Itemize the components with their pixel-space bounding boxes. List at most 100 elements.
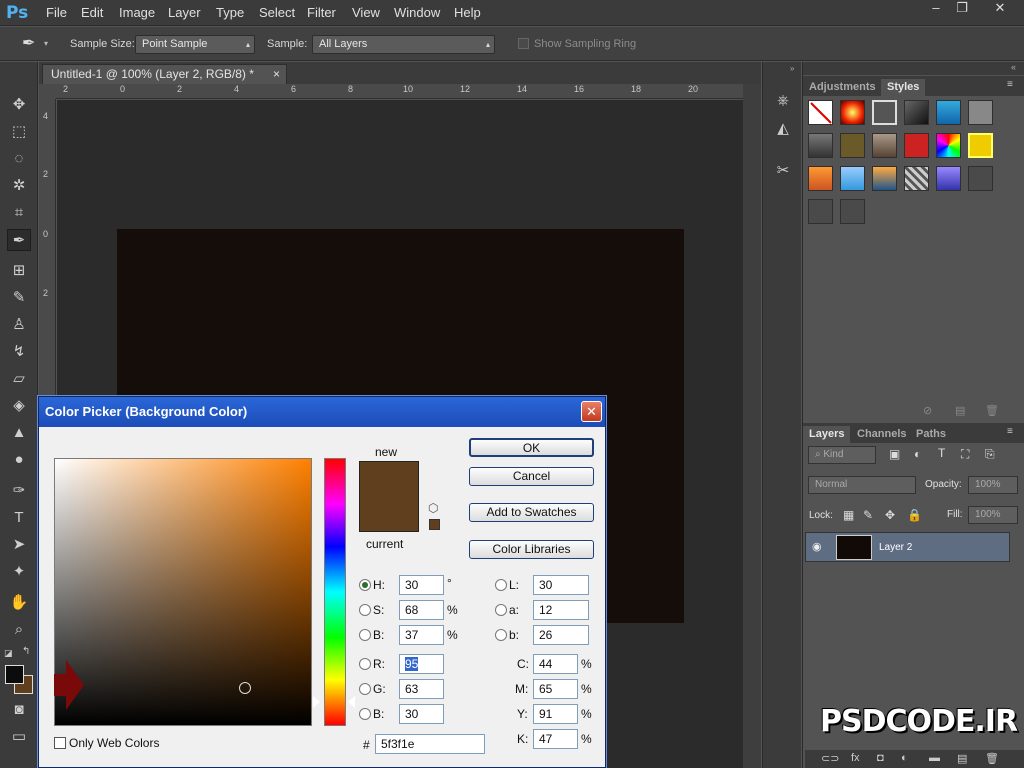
tab-adjustments[interactable]: Adjustments (803, 79, 882, 96)
menu-select[interactable]: Select (259, 5, 295, 20)
lab-l-field[interactable]: 30 (533, 575, 589, 595)
saturation-brightness-field[interactable] (54, 458, 312, 726)
tab-paths[interactable]: Paths (910, 426, 952, 443)
black-field[interactable]: 47 (533, 729, 578, 749)
menu-edit[interactable]: Edit (81, 5, 103, 20)
marquee-tool-icon[interactable]: ⬚ (7, 121, 31, 143)
pen-tool-icon[interactable]: ✑ (7, 480, 31, 502)
opacity-field[interactable]: 100% (968, 476, 1018, 494)
out-of-gamut-cube-icon[interactable]: ⬡ (428, 501, 438, 515)
swap-colors-icon[interactable]: ↰ (22, 646, 30, 657)
chevron-down-icon[interactable]: ▾ (44, 39, 48, 48)
red-radio[interactable] (359, 658, 371, 670)
vertical-scrollbar[interactable] (743, 84, 761, 768)
style-swatch[interactable] (968, 100, 993, 125)
style-swatch[interactable] (808, 133, 833, 158)
blend-mode-dropdown[interactable]: Normal (808, 476, 916, 494)
quick-mask-icon[interactable]: ◙ (7, 699, 31, 721)
tab-channels[interactable]: Channels (851, 426, 913, 443)
add-to-swatches-button[interactable]: Add to Swatches (469, 503, 594, 522)
layer-mask-icon[interactable]: ◘ (877, 752, 884, 764)
style-swatch[interactable] (968, 133, 993, 158)
hand-tool-icon[interactable]: ✋ (7, 592, 31, 614)
default-colors-icon[interactable]: ◪ (4, 648, 13, 659)
lab-b-field[interactable]: 26 (533, 625, 589, 645)
screen-mode-icon[interactable]: ▭ (7, 726, 31, 748)
panel-menu-icon[interactable]: ≡ (1007, 79, 1013, 90)
style-swatch[interactable] (840, 166, 865, 191)
hue-slider-left-arrow-icon[interactable] (313, 696, 320, 708)
healing-brush-tool-icon[interactable]: ⊞ (7, 260, 31, 282)
hue-slider-right-arrow-icon[interactable] (348, 696, 355, 708)
style-swatch[interactable] (840, 199, 865, 224)
style-swatch[interactable] (936, 100, 961, 125)
delete-style-icon[interactable]: 🗑 (985, 404, 999, 417)
type-tool-icon[interactable]: T (7, 507, 31, 529)
smart-object-filter-icon[interactable]: ⎘ (985, 447, 995, 462)
clear-style-icon[interactable]: ⊘ (923, 404, 932, 417)
magenta-field[interactable]: 65 (533, 679, 578, 699)
adjustment-layer-icon[interactable]: ◐ (901, 752, 908, 764)
move-tool-icon[interactable]: ✥ (7, 94, 31, 116)
restore-button[interactable]: ❐ (946, 0, 978, 18)
color-libraries-button[interactable]: Color Libraries (469, 540, 594, 559)
lock-transparency-icon[interactable]: ▦ (843, 508, 854, 522)
style-swatch[interactable] (872, 100, 897, 125)
histogram-panel-icon[interactable]: ◭ (771, 118, 795, 140)
image-filter-icon[interactable]: ▣ (889, 447, 900, 461)
brightness-field[interactable]: 37 (399, 625, 444, 645)
only-web-colors-checkbox[interactable] (54, 737, 66, 749)
red-field[interactable]: 95 (399, 654, 444, 674)
foreground-color-swatch[interactable] (5, 665, 24, 684)
paint-bucket-tool-icon[interactable]: ◈ (7, 395, 31, 417)
new-style-icon[interactable]: ▤ (955, 404, 965, 417)
layer-name[interactable]: Layer 2 (879, 542, 912, 553)
yellow-field[interactable]: 91 (533, 704, 578, 724)
lock-all-icon[interactable]: 🔒 (907, 508, 922, 522)
cyan-field[interactable]: 44 (533, 654, 578, 674)
sample-size-dropdown[interactable]: Point Sample ▴ (135, 35, 255, 54)
style-swatch-none[interactable] (808, 100, 833, 125)
new-group-icon[interactable]: ▬ (929, 752, 940, 764)
history-brush-tool-icon[interactable]: ↯ (7, 341, 31, 363)
style-swatch[interactable] (808, 166, 833, 191)
lab-a-radio[interactable] (495, 604, 507, 616)
style-swatch[interactable] (904, 100, 929, 125)
style-swatch[interactable] (936, 166, 961, 191)
close-icon[interactable]: ✕ (581, 401, 602, 422)
style-swatch[interactable] (904, 166, 929, 191)
collapse-dock-icon[interactable]: » (790, 64, 794, 73)
panel-menu-icon[interactable]: ≡ (1007, 426, 1013, 437)
lock-position-icon[interactable]: ✥ (885, 508, 895, 522)
lab-b-radio[interactable] (495, 629, 507, 641)
path-selection-tool-icon[interactable]: ➤ (7, 534, 31, 556)
crop-tool-icon[interactable]: ⌗ (7, 202, 31, 224)
eyedropper-tool-preset-icon[interactable]: ✒ (22, 33, 35, 53)
menu-filter[interactable]: Filter (307, 5, 336, 20)
menu-image[interactable]: Image (119, 5, 155, 20)
close-tab-icon[interactable]: × (273, 65, 280, 84)
cancel-button[interactable]: Cancel (469, 467, 594, 486)
show-sampling-ring-checkbox[interactable] (518, 38, 529, 49)
delete-layer-icon[interactable]: 🗑 (985, 752, 999, 765)
hue-field[interactable]: 30 (399, 575, 444, 595)
style-swatch[interactable] (840, 100, 865, 125)
fill-field[interactable]: 100% (968, 506, 1018, 524)
saturation-field[interactable]: 68 (399, 600, 444, 620)
style-swatch[interactable] (872, 133, 897, 158)
color-picker-ring[interactable] (239, 682, 251, 694)
menu-layer[interactable]: Layer (168, 5, 201, 20)
ok-button[interactable]: OK (469, 438, 594, 457)
saturation-radio[interactable] (359, 604, 371, 616)
eyedropper-tool-icon[interactable]: ✒ (7, 229, 31, 251)
shape-filter-icon[interactable]: ⛶ (961, 447, 969, 462)
new-layer-icon[interactable]: ▤ (957, 752, 967, 765)
document-tab[interactable]: Untitled-1 @ 100% (Layer 2, RGB/8) * × (42, 64, 287, 84)
clone-stamp-tool-icon[interactable]: ♙ (7, 314, 31, 336)
link-layers-icon[interactable]: ⊂⊃ (821, 752, 839, 765)
layer-row[interactable]: ◉ Layer 2 (805, 532, 1010, 562)
blue-radio[interactable] (359, 708, 371, 720)
style-swatch[interactable] (968, 166, 993, 191)
web-safe-swatch-icon[interactable] (429, 519, 440, 530)
menu-file[interactable]: File (46, 5, 67, 20)
